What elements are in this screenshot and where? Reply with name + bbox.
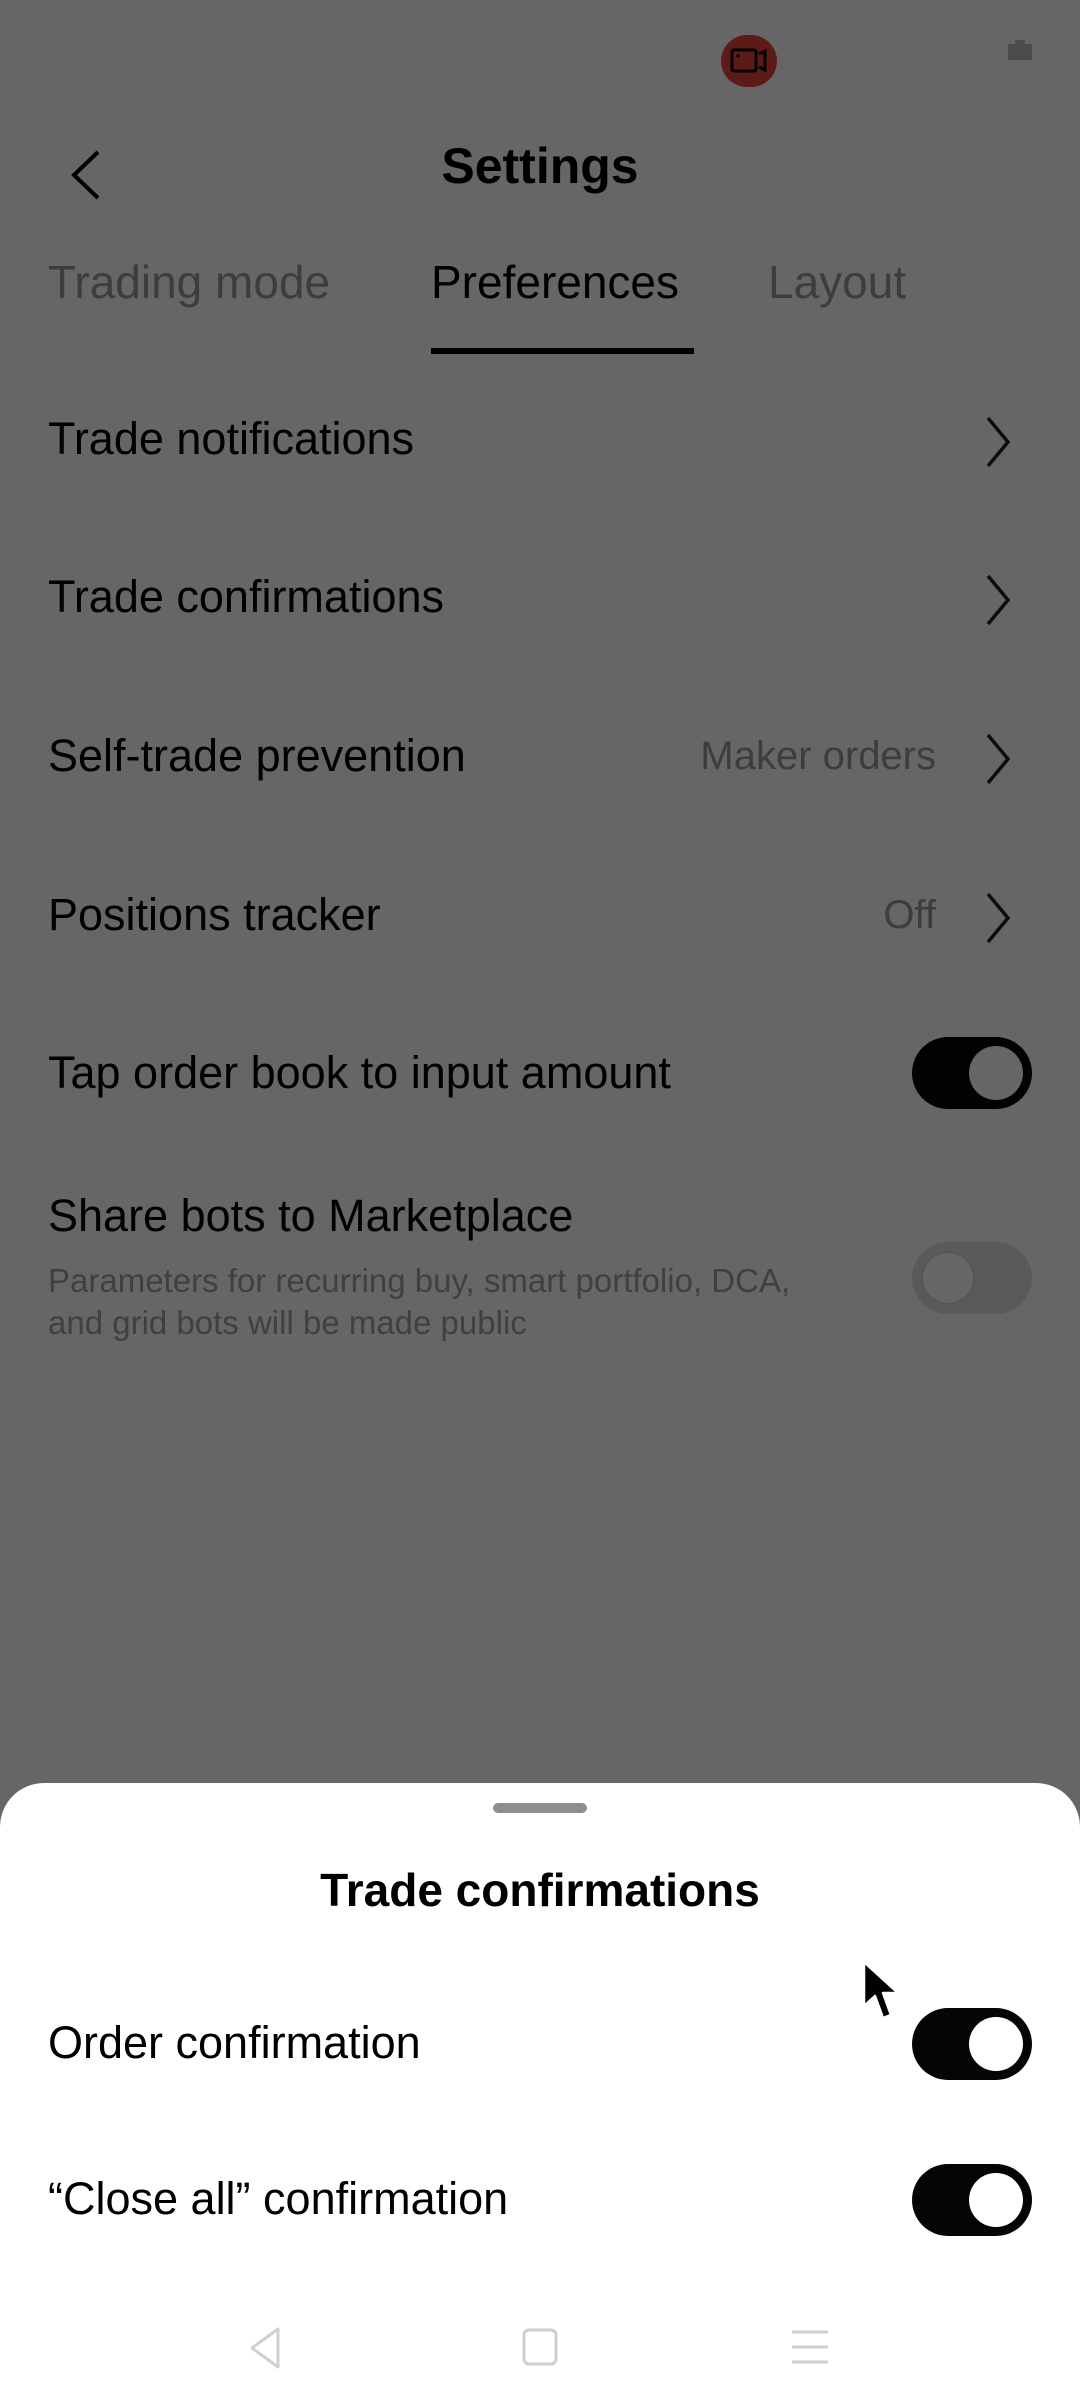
row-label: Order confirmation — [48, 2017, 421, 2068]
mouse-pointer-icon — [862, 1960, 900, 2020]
back-triangle-icon — [250, 2327, 280, 2369]
nav-menu-button[interactable] — [780, 2318, 840, 2378]
close-all-confirmation-toggle[interactable] — [912, 2164, 1032, 2236]
menu-lines-icon — [792, 2330, 828, 2364]
close-all-confirmation-row: “Close all” confirmation — [0, 2145, 1080, 2255]
home-square-icon — [522, 2328, 558, 2366]
order-confirmation-toggle[interactable] — [912, 2008, 1032, 2080]
nav-back-button[interactable] — [236, 2318, 296, 2378]
toggle-knob — [969, 2017, 1023, 2071]
order-confirmation-row: Order confirmation — [0, 1989, 1080, 2099]
sheet-title: Trade confirmations — [320, 1864, 760, 1916]
toggle-knob — [969, 2173, 1023, 2227]
system-nav-bar — [0, 2290, 1080, 2400]
nav-home-button[interactable] — [510, 2318, 570, 2378]
row-label: “Close all” confirmation — [48, 2173, 509, 2224]
sheet-drag-handle[interactable] — [493, 1803, 587, 1813]
